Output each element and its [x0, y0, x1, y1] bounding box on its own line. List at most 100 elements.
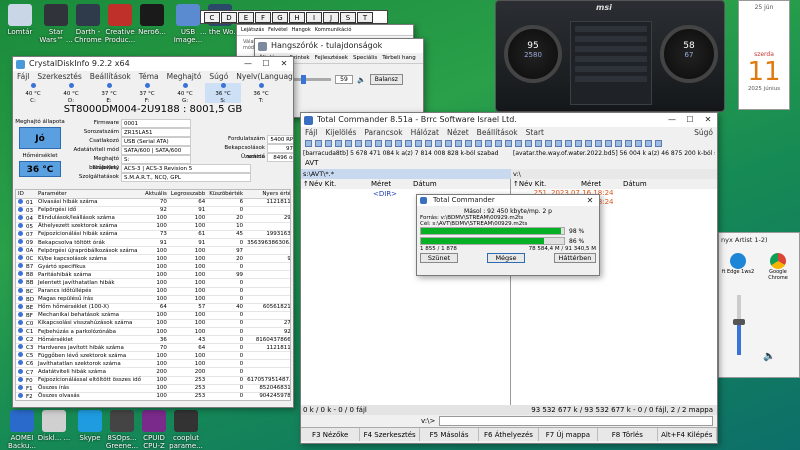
- toolbar-drive-icon[interactable]: [565, 140, 572, 147]
- drive-tab[interactable]: 37 °C F:: [129, 83, 165, 104]
- table-header[interactable]: Legrosszabb: [168, 190, 208, 199]
- toolbar-drive-icon[interactable]: [605, 140, 612, 147]
- toolbar-drive-icon[interactable]: [475, 140, 482, 147]
- sound-tab[interactable]: Fejlesztések: [315, 55, 348, 61]
- crystaldisk-menu-item[interactable]: Meghajtó: [167, 71, 202, 83]
- table-row[interactable]: 0A Felpörgési újrapróbálkozások száma 100 1…: [16, 246, 290, 256]
- fkey-button[interactable]: F7 Új mappa: [539, 428, 599, 441]
- table-row[interactable]: B8 Paritáshibák száma 100 100 990: [16, 270, 290, 280]
- table-header[interactable]: Aktuális: [143, 190, 169, 199]
- drive-tab[interactable]: 40 °C G:: [167, 83, 203, 104]
- drive-button[interactable]: E: [238, 11, 254, 23]
- drive-button[interactable]: I: [306, 11, 322, 23]
- toolbar-drive-icon[interactable]: [425, 140, 432, 147]
- toolbar-drive-icon[interactable]: [385, 140, 392, 147]
- drive-button[interactable]: H: [289, 11, 305, 23]
- crystaldisk-menu-item[interactable]: Szerkesztés: [37, 71, 81, 83]
- tc-menu-item[interactable]: Kijelölés: [325, 127, 356, 139]
- table-row[interactable]: C2 Hőmérséklet 36 43 0 81604378660: [16, 335, 290, 345]
- back-dialog-tab[interactable]: Hangok: [292, 27, 311, 33]
- table-row[interactable]: BB Jelentett javíthatatlan hibák 100 100 00: [16, 278, 290, 288]
- drive-tab[interactable]: 40 °C C:: [15, 83, 51, 104]
- tc-minimize-button[interactable]: —: [663, 113, 681, 127]
- toolbar-drive-icon[interactable]: [525, 140, 532, 147]
- drive-tab[interactable]: 37 °C E:: [91, 83, 127, 104]
- fkey-button[interactable]: F4 Szerkesztés: [360, 428, 420, 441]
- toolbar-drive-icon[interactable]: [655, 140, 662, 147]
- tc-menu-item[interactable]: Parancsok: [364, 127, 402, 139]
- tc-right-col-date[interactable]: Dátum: [623, 179, 647, 189]
- temp-badge[interactable]: 36 °C: [19, 161, 61, 177]
- desktop-icon[interactable]: Diskl... ...: [34, 410, 74, 450]
- drive-button[interactable]: D: [221, 11, 237, 23]
- cancel-button[interactable]: Mégse: [487, 253, 525, 263]
- toolbar-drive-icon[interactable]: [615, 140, 622, 147]
- tc-left-col-name[interactable]: ↑Név Kit.: [301, 179, 371, 189]
- tc-left-col-size[interactable]: Méret: [371, 179, 413, 189]
- table-row[interactable]: F1 Összes írás 100 253 0 8520468310: [16, 384, 290, 393]
- background-button[interactable]: Háttérben: [554, 253, 596, 263]
- tc-left-col-date[interactable]: Dátum: [413, 179, 437, 189]
- fkey-button[interactable]: Alt+F4 Kilépés: [658, 428, 717, 441]
- toolbar-drive-icon[interactable]: [545, 140, 552, 147]
- toolbar-drive-icon[interactable]: [325, 140, 332, 147]
- table-row[interactable]: 01 Olvasási hibák száma 70 64 6 11218113: [16, 198, 290, 207]
- table-row[interactable]: C0 Kikapcsolási visszahúzások száma 100 100…: [16, 319, 290, 329]
- drive-tab[interactable]: 36 °C T:: [243, 83, 279, 104]
- toolbar-drive-icon[interactable]: [465, 140, 472, 147]
- toolbar-drive-icon[interactable]: [435, 140, 442, 147]
- table-header[interactable]: Nyers érték: [245, 190, 290, 199]
- crystaldisk-menu-item[interactable]: Téma: [139, 71, 159, 83]
- table-row[interactable]: B7 Gyártó specifikus 100 100 00: [16, 262, 290, 272]
- tc-close-button[interactable]: ✕: [699, 113, 717, 127]
- toolbar-drive-icon[interactable]: [375, 140, 382, 147]
- toolbar-drive-icon[interactable]: [405, 140, 412, 147]
- table-row[interactable]: C3 Hardveres javított hibák száma 70 64 0 112…: [16, 343, 290, 353]
- crystaldisk-menu-item[interactable]: Beállítások: [90, 71, 131, 83]
- toolbar-drive-icon[interactable]: [315, 140, 322, 147]
- tc-menu-item[interactable]: Start: [526, 127, 544, 139]
- table-row[interactable]: BF Mechanikai behatások száma 100 100 00: [16, 311, 290, 320]
- toolbar-drive-icon[interactable]: [395, 140, 402, 147]
- minimize-button[interactable]: —: [239, 57, 257, 71]
- table-row[interactable]: 05 Áthelyezett szektorok száma 100 100 100: [16, 222, 290, 231]
- fkey-button[interactable]: F8 Törlés: [598, 428, 658, 441]
- volume-slider[interactable]: [733, 295, 745, 355]
- table-row[interactable]: BDMagas repülésű írás 100 100 00: [16, 295, 290, 304]
- toolbar-drive-icon[interactable]: [345, 140, 352, 147]
- toolbar-drive-icon[interactable]: [355, 140, 362, 147]
- drive-button[interactable]: G: [272, 11, 288, 23]
- toolbar-drive-icon[interactable]: [645, 140, 652, 147]
- drive-button[interactable]: T: [357, 11, 373, 23]
- toolbar-drive-icon[interactable]: [505, 140, 512, 147]
- crystaldisk-menu-item[interactable]: Súgó: [209, 71, 228, 83]
- tc-right-path[interactable]: v:\: [511, 169, 717, 179]
- health-status-badge[interactable]: Jó: [19, 127, 61, 149]
- level-value[interactable]: 59: [335, 75, 353, 84]
- toolbar-drive-icon[interactable]: [335, 140, 342, 147]
- maximize-button[interactable]: ☐: [257, 57, 275, 71]
- crystaldisk-menu-item[interactable]: Fájl: [17, 71, 29, 83]
- copy-dialog-close[interactable]: ✕: [581, 195, 599, 206]
- desktop-icon[interactable]: Lomtár: [0, 4, 40, 48]
- table-row[interactable]: 09 Bekapcsolva töltött órák 91 91 0 356396386…: [16, 238, 290, 248]
- sound-tab[interactable]: Speciális: [353, 55, 377, 61]
- tc-menu-item[interactable]: Fájl: [305, 127, 317, 139]
- toolbar-drive-icon[interactable]: [635, 140, 642, 147]
- speaker-icon[interactable]: 🔈: [763, 351, 775, 362]
- back-dialog-tab[interactable]: Lejátszás: [241, 27, 264, 33]
- toolbar-drive-icon[interactable]: [515, 140, 522, 147]
- drive-tab[interactable]: 36 °C S:: [205, 83, 241, 104]
- tc-menu-item[interactable]: Nézet: [447, 127, 469, 139]
- back-dialog-tab[interactable]: Kommunikáció: [315, 27, 352, 33]
- toolbar-drive-icon[interactable]: [555, 140, 562, 147]
- table-row[interactable]: C6 Javíthatatlan szektorok száma 100 100 00: [16, 359, 290, 369]
- toolbar-drive-icon[interactable]: [585, 140, 592, 147]
- close-button[interactable]: ✕: [275, 57, 293, 71]
- desktop-icon[interactable]: cooplut parame...: [166, 410, 206, 450]
- fkey-button[interactable]: F3 Nézőke: [301, 428, 361, 441]
- toolbar-drive-icon[interactable]: [595, 140, 602, 147]
- table-header[interactable]: Küszöbérték: [207, 190, 246, 199]
- drive-tab[interactable]: 40 °C D:: [53, 83, 89, 104]
- tc-right-col-name[interactable]: ↑Név Kit.: [511, 179, 581, 189]
